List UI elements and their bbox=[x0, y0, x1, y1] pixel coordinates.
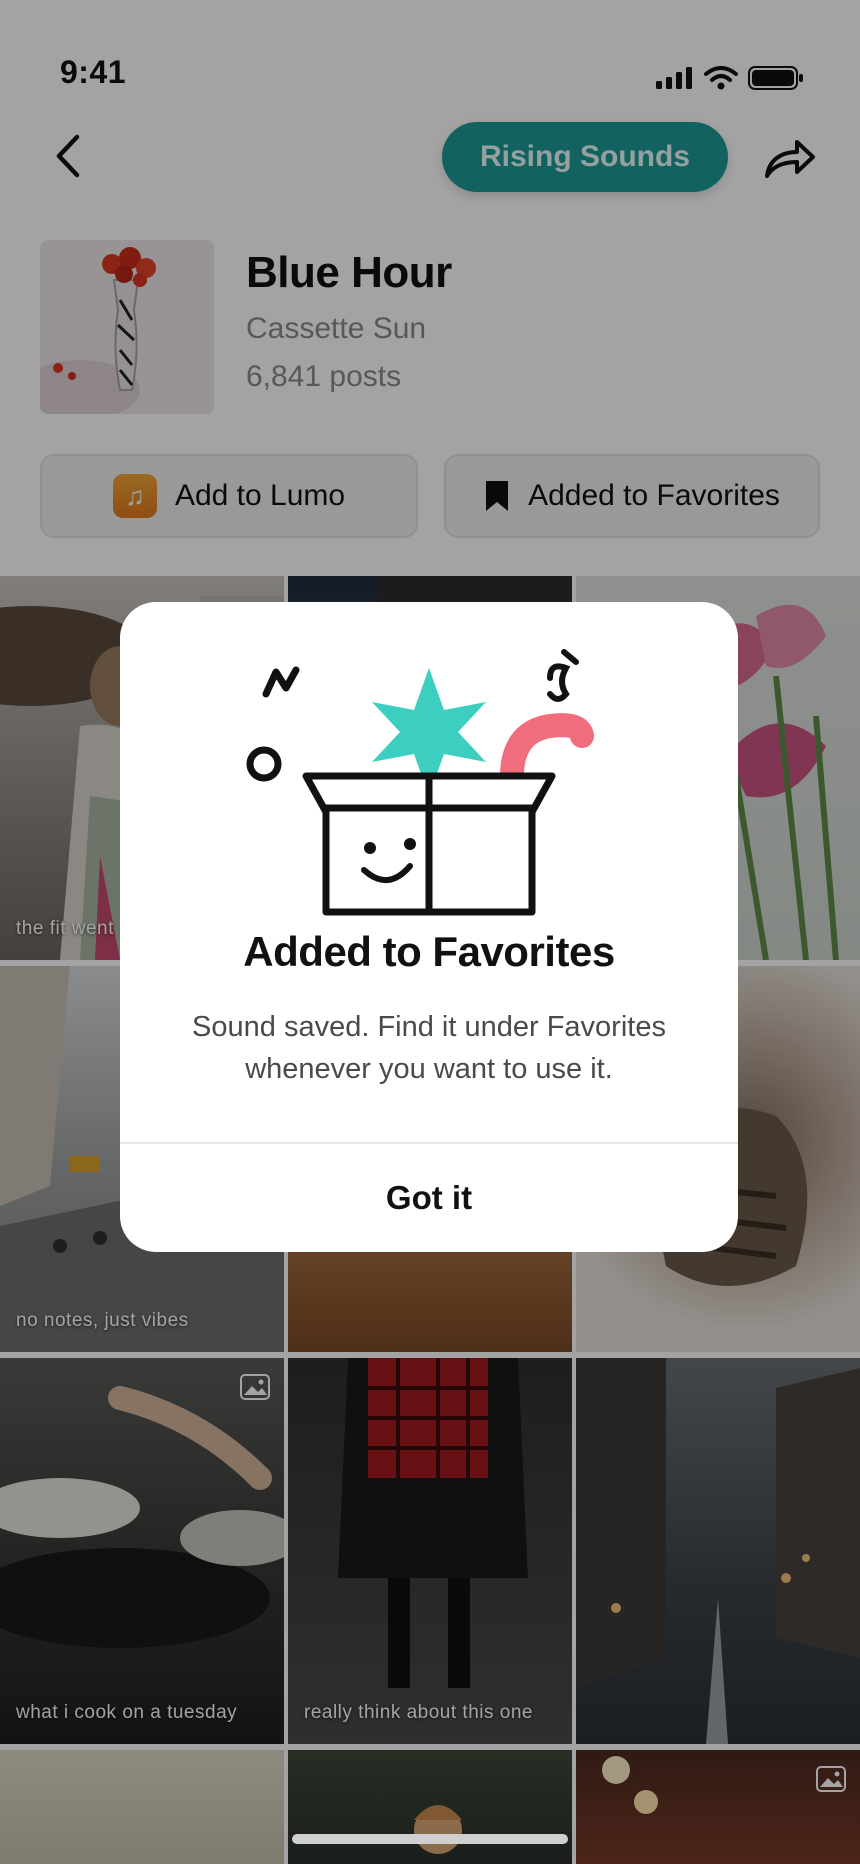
modal-title: Added to Favorites bbox=[243, 928, 615, 975]
favorites-modal: Added to Favorites Sound saved. Find it … bbox=[120, 602, 738, 1252]
sound-page: 9:41 Rising Sounds Blue Hour Cassette Su… bbox=[0, 0, 860, 1864]
modal-message: Sound saved. Find it under Favorites whe… bbox=[192, 1011, 666, 1085]
home-indicator[interactable] bbox=[292, 1834, 568, 1844]
got-it-button[interactable]: Got it bbox=[120, 1144, 738, 1252]
open-box-illustration bbox=[246, 649, 594, 916]
